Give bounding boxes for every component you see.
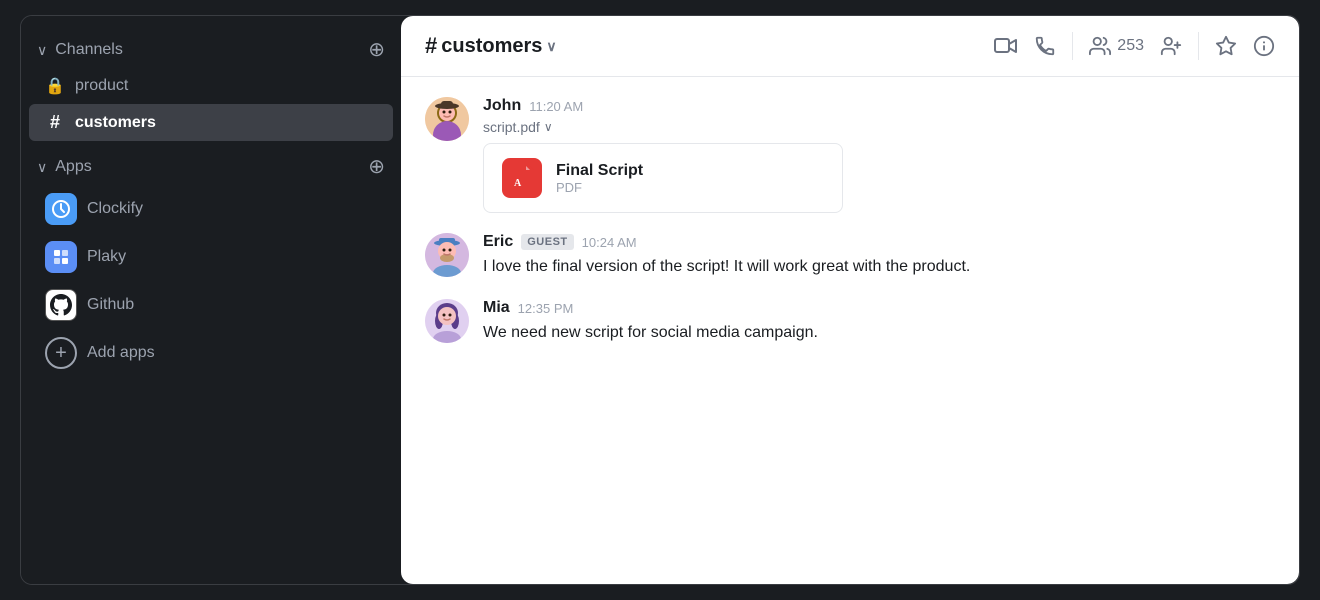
channels-section-header[interactable]: ∨ Channels ⊕: [21, 32, 401, 68]
main-content: # customers ∨: [401, 16, 1299, 584]
apps-section: ∨ Apps ⊕ Clockify: [21, 149, 401, 377]
channels-section-title: Channels: [55, 41, 123, 59]
pdf-icon: A: [502, 158, 542, 198]
message-mia-sender: Mia: [483, 299, 510, 317]
github-label: Github: [87, 296, 134, 314]
sidebar: ∨ Channels ⊕ 🔒 product # customers ∨: [21, 16, 401, 584]
sidebar-item-product-label: product: [75, 77, 128, 95]
file-info: Final Script PDF: [556, 162, 643, 195]
channels-section: ∨ Channels ⊕ 🔒 product # customers: [21, 32, 401, 141]
avatar-john: [425, 97, 469, 141]
channel-header-right: 253: [994, 32, 1275, 60]
apps-section-header[interactable]: ∨ Apps ⊕: [21, 149, 401, 185]
phone-call-button[interactable]: [1034, 35, 1056, 57]
add-channel-icon[interactable]: ⊕: [368, 40, 385, 60]
message-eric-header: Eric GUEST 10:24 AM: [483, 233, 1275, 251]
avatar-mia: [425, 299, 469, 343]
github-app-icon: [45, 289, 77, 321]
svg-text:A: A: [514, 178, 522, 189]
sidebar-item-clockify[interactable]: Clockify: [29, 185, 393, 233]
apps-chevron-icon: ∨: [37, 159, 47, 176]
message-eric-time: 10:24 AM: [582, 235, 637, 250]
plaky-app-icon: [45, 241, 77, 273]
avatar-eric: [425, 233, 469, 277]
apps-header-left: ∨ Apps: [37, 158, 92, 176]
message-mia-time: 12:35 PM: [518, 301, 574, 316]
channel-hash-symbol: #: [425, 33, 437, 59]
message-john-header: John 11:20 AM: [483, 97, 1275, 115]
message-mia-header: Mia 12:35 PM: [483, 299, 1275, 317]
attachment-label: script.pdf: [483, 119, 540, 135]
pin-button[interactable]: [1215, 35, 1237, 57]
message-eric-body: Eric GUEST 10:24 AM I love the final ver…: [483, 233, 1275, 279]
clockify-label: Clockify: [87, 200, 143, 218]
channel-header-left: # customers ∨: [425, 33, 557, 59]
channels-chevron-icon: ∨: [37, 42, 47, 59]
plaky-label: Plaky: [87, 248, 126, 266]
video-call-button[interactable]: [994, 37, 1018, 55]
app-window: ∨ Channels ⊕ 🔒 product # customers ∨: [20, 15, 1300, 585]
message-mia: Mia 12:35 PM We need new script for soci…: [425, 299, 1275, 345]
channel-header: # customers ∨: [401, 16, 1299, 77]
channels-header-left: ∨ Channels: [37, 41, 123, 59]
message-john: John 11:20 AM script.pdf ∨ A: [425, 97, 1275, 213]
hash-icon: #: [45, 112, 65, 133]
header-divider-2: [1198, 32, 1199, 60]
sidebar-item-product[interactable]: 🔒 product: [29, 68, 393, 104]
lock-icon: 🔒: [45, 76, 65, 96]
message-mia-text: We need new script for social media camp…: [483, 321, 1275, 345]
sidebar-item-customers[interactable]: # customers: [29, 104, 393, 141]
attachment-chevron-icon: ∨: [544, 120, 553, 134]
message-eric: Eric GUEST 10:24 AM I love the final ver…: [425, 233, 1275, 279]
message-eric-text: I love the final version of the script! …: [483, 255, 1275, 279]
message-john-body: John 11:20 AM script.pdf ∨ A: [483, 97, 1275, 213]
messages-area: John 11:20 AM script.pdf ∨ A: [401, 77, 1299, 584]
add-apps-item[interactable]: + Add apps: [29, 329, 393, 377]
channel-dropdown-icon[interactable]: ∨: [546, 38, 556, 55]
add-app-icon[interactable]: ⊕: [368, 157, 385, 177]
channel-name[interactable]: # customers ∨: [425, 33, 557, 59]
message-mia-body: Mia 12:35 PM We need new script for soci…: [483, 299, 1275, 345]
apps-section-title: Apps: [55, 158, 91, 176]
clockify-app-icon: [45, 193, 77, 225]
file-name: Final Script: [556, 162, 643, 180]
channel-name-text: customers: [441, 35, 542, 58]
sidebar-item-github[interactable]: Github: [29, 281, 393, 329]
add-apps-label: Add apps: [87, 344, 155, 362]
members-count[interactable]: 253: [1089, 35, 1144, 57]
message-eric-sender: Eric: [483, 233, 513, 251]
sidebar-item-customers-label: customers: [75, 114, 156, 132]
guest-badge: GUEST: [521, 234, 573, 250]
file-type: PDF: [556, 180, 643, 195]
message-john-sender: John: [483, 97, 521, 115]
file-attachment-header[interactable]: script.pdf ∨: [483, 119, 1275, 135]
header-divider-1: [1072, 32, 1073, 60]
sidebar-item-plaky[interactable]: Plaky: [29, 233, 393, 281]
members-number: 253: [1117, 37, 1144, 55]
add-apps-circle-icon: +: [45, 337, 77, 369]
file-card[interactable]: A Final Script PDF: [483, 143, 843, 213]
message-john-time: 11:20 AM: [529, 99, 583, 114]
add-member-button[interactable]: [1160, 35, 1182, 57]
info-button[interactable]: [1253, 35, 1275, 57]
